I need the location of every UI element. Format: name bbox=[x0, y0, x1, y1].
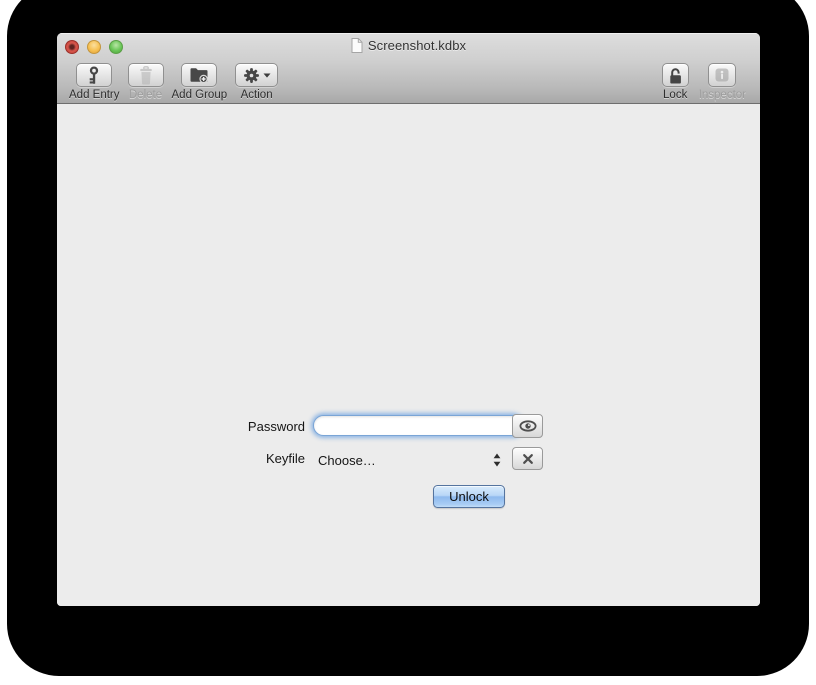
toolbar: Add Entry Delete bbox=[57, 58, 760, 103]
unlock-button[interactable]: Unlock bbox=[433, 485, 505, 508]
gear-icon bbox=[243, 67, 260, 84]
window-title: Screenshot.kdbx bbox=[368, 38, 466, 53]
window-header: Screenshot.kdbx Add Entry bbox=[57, 33, 760, 104]
folder-add-icon bbox=[189, 66, 209, 84]
add-group-label: Add Group bbox=[172, 89, 228, 101]
trash-icon bbox=[137, 66, 155, 85]
password-label: Password bbox=[205, 419, 305, 435]
keyfile-popup[interactable]: Choose… bbox=[318, 451, 505, 469]
x-icon bbox=[520, 451, 536, 467]
app-window: Screenshot.kdbx Add Entry bbox=[57, 33, 760, 606]
action-label: Action bbox=[241, 89, 273, 101]
delete-button[interactable]: Delete bbox=[128, 63, 164, 101]
lock-label: Lock bbox=[663, 89, 687, 101]
chevron-down-icon bbox=[263, 73, 271, 78]
add-entry-label: Add Entry bbox=[69, 89, 120, 101]
lock-button[interactable]: Lock bbox=[662, 63, 689, 101]
password-input[interactable] bbox=[313, 415, 523, 436]
show-password-button[interactable] bbox=[512, 414, 543, 438]
delete-label: Delete bbox=[129, 89, 162, 101]
inspector-label: Inspector bbox=[699, 89, 746, 101]
toolbar-left-group: Add Entry Delete bbox=[69, 63, 278, 101]
eye-icon bbox=[518, 418, 538, 434]
inspector-button[interactable]: Inspector bbox=[699, 63, 746, 101]
title-group: Screenshot.kdbx bbox=[57, 33, 760, 58]
screenshot-root: { "window": { "title": "Screenshot.kdbx"… bbox=[0, 0, 816, 685]
keyfile-selected-value: Choose… bbox=[318, 453, 493, 468]
toolbar-right-group: Lock Inspector bbox=[662, 63, 746, 101]
action-button[interactable]: Action bbox=[235, 63, 278, 101]
titlebar[interactable]: Screenshot.kdbx bbox=[57, 33, 760, 58]
stepper-arrows-icon bbox=[493, 453, 501, 467]
add-group-button[interactable]: Add Group bbox=[172, 63, 228, 101]
lock-open-icon bbox=[666, 66, 685, 85]
info-icon bbox=[713, 67, 731, 83]
document-icon bbox=[351, 38, 363, 53]
key-icon bbox=[85, 66, 103, 85]
add-entry-button[interactable]: Add Entry bbox=[69, 63, 120, 101]
keyfile-label: Keyfile bbox=[205, 451, 305, 467]
clear-keyfile-button[interactable] bbox=[512, 447, 543, 470]
unlock-view: Password Keyfile Choose… Unlock bbox=[57, 104, 760, 606]
